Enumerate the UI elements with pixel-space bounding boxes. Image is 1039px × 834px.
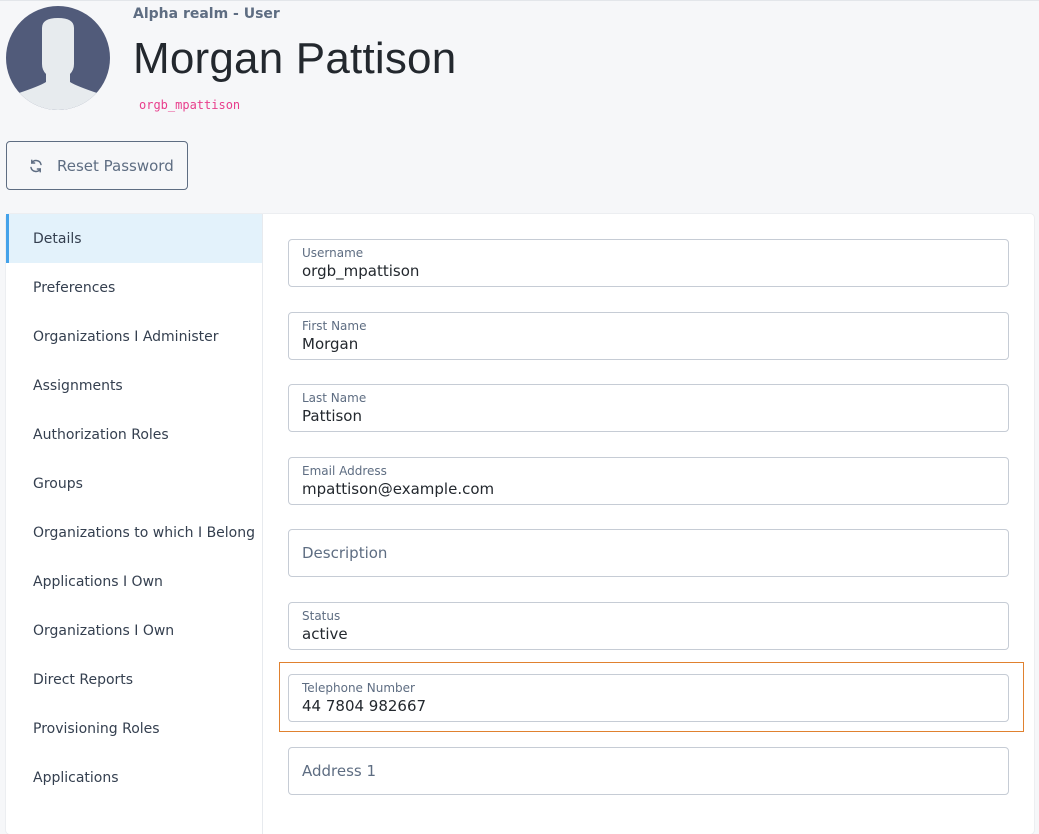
sidebar-item-authorization-roles[interactable]: Authorization Roles [6,410,262,459]
sidebar-item-label: Applications I Own [33,573,163,590]
sidebar-item-direct-reports[interactable]: Direct Reports [6,655,262,704]
telephone-label: Telephone Number [302,681,415,695]
last-name-value: Pattison [302,407,362,425]
user-detail-card: Details Preferences Organizations I Admi… [6,214,1034,834]
sidebar-item-applications[interactable]: Applications [6,753,262,802]
details-form: Username orgb_mpattison First Name Morga… [288,239,1009,819]
sidebar-item-label: Direct Reports [33,671,134,688]
sidebar-item-groups[interactable]: Groups [6,459,262,508]
sidebar-item-preferences[interactable]: Preferences [6,263,262,312]
sidebar-item-details[interactable]: Details [6,214,262,263]
sidebar-item-label: Preferences [33,279,116,296]
user-handle: orgb_mpattison [139,98,241,112]
first-name-value: Morgan [302,334,359,353]
sidebar-item-label: Organizations I Own [33,622,175,639]
username-label: Username [302,246,364,260]
description-field[interactable]: Description [288,529,1009,577]
sidebar-item-organizations-i-own[interactable]: Organizations I Own [6,606,262,655]
telephone-value: 44 7804 982667 [302,697,427,715]
reset-password-label: Reset Password [57,156,174,175]
status-label: Status [302,608,341,623]
page-title: Morgan Pattison [133,34,457,83]
sidebar-item-label: Organizations to which I Belong [33,524,255,541]
top-divider [0,0,1039,1]
sidebar-item-organizations-belong[interactable]: Organizations to which I Belong [6,508,262,557]
sidebar-item-label: Organizations I Administer [33,328,219,345]
address1-placeholder: Address 1 [302,761,377,780]
address1-field[interactable]: Address 1 [288,746,1009,795]
email-value: mpattison@example.com [302,479,495,498]
sidebar-item-label: Assignments [33,377,123,394]
first-name-field[interactable]: First Name Morgan [288,311,1009,360]
avatar [6,6,110,110]
first-name-label: First Name [302,318,367,333]
email-label: Email Address [302,463,387,478]
status-field[interactable]: Status active [288,601,1009,650]
sidebar-item-label: Applications [33,769,119,786]
username-field[interactable]: Username orgb_mpattison [288,239,1009,287]
reset-password-button[interactable]: Reset Password [6,141,188,190]
refresh-icon [28,158,44,174]
sidebar-nav: Details Preferences Organizations I Admi… [6,214,263,834]
status-value: active [302,624,348,643]
sidebar-item-assignments[interactable]: Assignments [6,361,262,410]
email-field[interactable]: Email Address mpattison@example.com [288,456,1009,505]
last-name-label: Last Name [302,391,367,405]
username-value: orgb_mpattison [302,262,420,280]
realm-label: Alpha realm - User [133,6,280,22]
sidebar-item-provisioning-roles[interactable]: Provisioning Roles [6,704,262,753]
user-silhouette-icon [16,18,100,110]
sidebar-item-applications-i-own[interactable]: Applications I Own [6,557,262,606]
description-placeholder: Description [302,544,388,562]
sidebar-item-label: Authorization Roles [33,426,169,443]
sidebar-item-label: Provisioning Roles [33,720,160,737]
sidebar-item-organizations-i-administer[interactable]: Organizations I Administer [6,312,262,361]
sidebar-item-label: Details [33,230,82,247]
telephone-field[interactable]: Telephone Number 44 7804 982667 [288,674,1009,722]
last-name-field[interactable]: Last Name Pattison [288,384,1009,432]
sidebar-item-label: Groups [33,475,83,492]
